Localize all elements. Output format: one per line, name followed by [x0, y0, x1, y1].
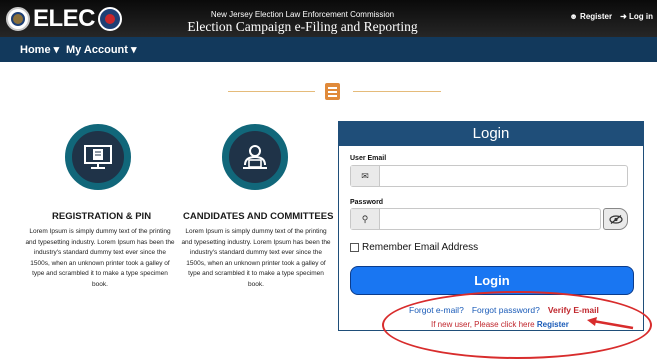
divider-right: [353, 91, 441, 92]
login-top-label: Log in: [629, 12, 653, 21]
monitor-document-icon: [84, 145, 112, 169]
password-field[interactable]: ⚲: [350, 208, 601, 230]
logo-text: ELEC: [33, 5, 96, 32]
feature-text-candidates: Lorem Ipsum is simply dummy text of the …: [181, 228, 331, 288]
registration-circle: [65, 124, 131, 190]
candidates-circle: [222, 124, 288, 190]
person-laptop-icon: [243, 145, 267, 169]
show-password-button[interactable]: [603, 208, 628, 230]
remember-row: Remember Email Address: [350, 242, 478, 253]
register-top-label: Register: [580, 12, 613, 21]
user-icon: ☻: [569, 12, 578, 21]
elec-seal-icon: [98, 7, 123, 31]
elec-logo[interactable]: ELEC: [6, 5, 123, 32]
email-field[interactable]: ✉: [350, 165, 628, 187]
login-icon: ➜: [620, 12, 627, 21]
feature-text-registration: Lorem Ipsum is simply dummy text of the …: [25, 228, 175, 288]
login-heading: Login: [339, 122, 643, 146]
envelope-icon: ✉: [351, 166, 380, 186]
password-label: Password: [350, 199, 384, 206]
header-subtitle: New Jersey Election Law Enforcement Comm…: [210, 10, 395, 19]
register-top-link[interactable]: ☻ Register: [569, 12, 612, 21]
login-top-link[interactable]: ➜ Log in: [620, 12, 653, 21]
top-links: ☻ Register ➜ Log in: [569, 12, 653, 21]
red-arrow-icon: [587, 317, 634, 330]
nav-home[interactable]: Home ▾: [20, 43, 59, 56]
nav-my-account[interactable]: My Account ▾: [66, 43, 137, 56]
main-navbar: Home ▾ My Account ▾: [0, 37, 657, 62]
feature-title-registration: REGISTRATION & PIN: [52, 211, 152, 222]
key-icon: ⚲: [351, 209, 380, 229]
feature-title-candidates: CANDIDATES AND COMMITTEES: [183, 211, 334, 222]
top-header: ELEC New Jersey Election Law Enforcement…: [0, 0, 657, 50]
eye-slash-icon: [608, 214, 623, 224]
remember-label: Remember Email Address: [362, 242, 479, 253]
book-icon: [325, 83, 340, 100]
email-label: User Email: [350, 155, 387, 162]
nj-seal-icon: [6, 7, 30, 31]
divider-left: [228, 91, 315, 92]
remember-checkbox[interactable]: [350, 243, 359, 252]
